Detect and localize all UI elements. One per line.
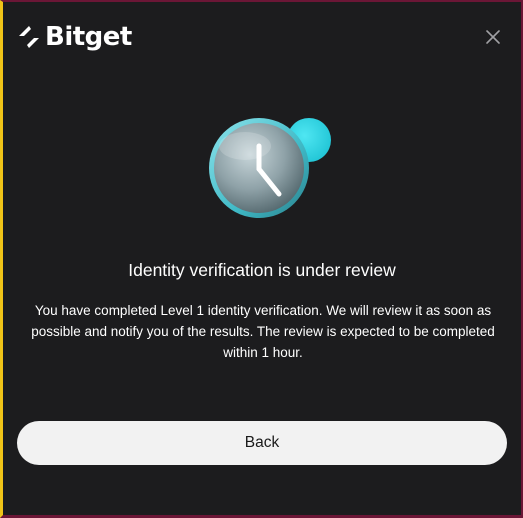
status-description: You have completed Level 1 identity veri… <box>31 303 495 360</box>
bitget-logo-icon <box>19 26 39 48</box>
bitget-logo: Bitget <box>16 22 132 52</box>
page-title: Identity verification is under review <box>128 260 396 280</box>
clock-icon <box>209 118 331 218</box>
close-icon[interactable] <box>482 26 504 48</box>
brand-name: Bitget <box>45 22 132 52</box>
verification-dialog: Bitget Identity verification is under re… <box>0 0 523 518</box>
back-button[interactable]: Back <box>17 421 507 465</box>
